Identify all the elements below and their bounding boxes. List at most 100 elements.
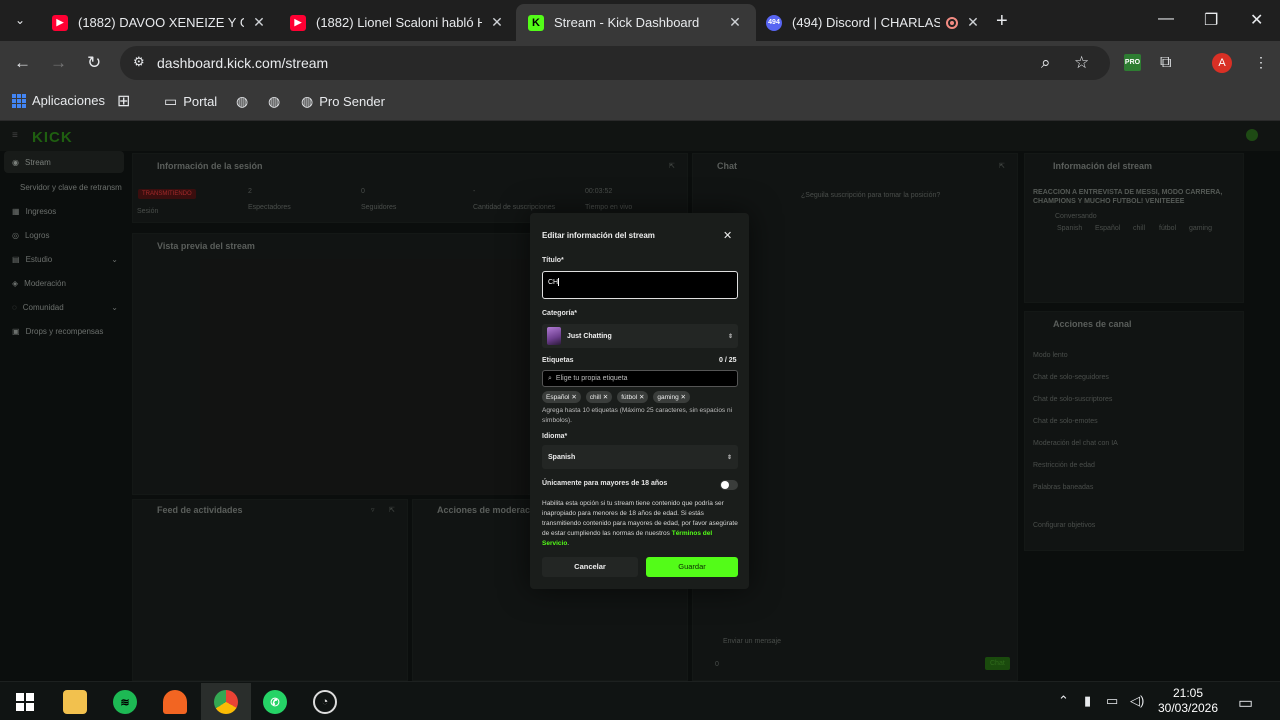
extensions-icon[interactable]: ⧉ bbox=[1160, 54, 1171, 72]
sidebar-item-comunidad[interactable]: ◌ Comunidad ⌄ bbox=[12, 303, 118, 312]
sidebar-item-label: Ingresos bbox=[25, 207, 57, 216]
browser-tab-bar: ⌄ ▶ (1882) DAVOO XENEIZE Y GAST ✕ ▶ (188… bbox=[0, 0, 1280, 41]
address-bar[interactable]: ⚙ dashboard.kick.com/stream bbox=[120, 46, 1110, 80]
cancel-button[interactable]: Cancelar bbox=[542, 557, 638, 577]
window-close-button[interactable]: ✕ bbox=[1250, 10, 1263, 30]
spotify-icon[interactable]: ≋ bbox=[113, 690, 137, 714]
language-select[interactable]: Spanish ⇕ bbox=[542, 445, 738, 469]
bookmark-star-icon[interactable]: ☆ bbox=[1074, 53, 1089, 73]
tag-chip[interactable]: fútbol ✕ bbox=[617, 391, 649, 403]
chat-send-button[interactable]: Chat bbox=[985, 657, 1010, 670]
sidebar-item-estudio[interactable]: ▤ Estudio ⌄ bbox=[12, 255, 118, 264]
back-icon[interactable]: ← bbox=[14, 53, 31, 73]
tab-kick-dashboard[interactable]: K Stream - Kick Dashboard ✕ bbox=[516, 4, 756, 41]
channel-action-item[interactable]: Configurar objetivos bbox=[1033, 522, 1095, 529]
soundcloud-icon[interactable] bbox=[163, 690, 187, 714]
sidebar-item-logros[interactable]: ◎ Logros bbox=[12, 231, 49, 240]
selected-tags: Español ✕ chill ✕ fútbol ✕ gaming ✕ bbox=[542, 391, 690, 403]
filter-icon[interactable]: ▿ bbox=[371, 506, 375, 514]
close-icon[interactable]: ✕ bbox=[488, 14, 506, 31]
stream-title-input[interactable]: CH bbox=[542, 271, 738, 299]
popout-icon[interactable]: ⇱ bbox=[999, 162, 1005, 170]
tab-youtube-1[interactable]: ▶ (1882) DAVOO XENEIZE Y GAST ✕ bbox=[40, 4, 280, 41]
youtube-icon: ▶ bbox=[52, 14, 68, 31]
sidebar-item-stream[interactable]: ◉ Stream bbox=[12, 158, 51, 167]
remove-tag-icon[interactable]: ✕ bbox=[603, 394, 608, 401]
bookmark-label: Pro Sender bbox=[319, 94, 385, 109]
pro-extension-icon[interactable]: PRO bbox=[1124, 54, 1141, 71]
restore-button[interactable]: ❐ bbox=[1204, 10, 1218, 30]
adult-only-toggle[interactable] bbox=[720, 480, 738, 490]
adult-only-label: Únicamente para mayores de 18 años bbox=[542, 480, 668, 487]
kick-logo[interactable]: KICK bbox=[32, 129, 73, 146]
channel-action-item[interactable]: Chat de solo-seguidores bbox=[1033, 374, 1109, 381]
close-icon[interactable]: ✕ bbox=[964, 14, 982, 31]
channel-action-item[interactable]: Chat de solo-suscriptores bbox=[1033, 396, 1112, 403]
zoom-search-icon[interactable]: ⌕ bbox=[1041, 53, 1051, 73]
globe-icon[interactable]: ◍ bbox=[268, 93, 280, 110]
remove-tag-icon[interactable]: ✕ bbox=[639, 394, 644, 401]
bookmark-portal[interactable]: ▭ Portal bbox=[164, 93, 217, 110]
remove-tag-icon[interactable]: ✕ bbox=[571, 394, 576, 401]
tag-chip[interactable]: Español ✕ bbox=[542, 391, 581, 403]
site-info-icon[interactable]: ⚙ bbox=[133, 54, 145, 70]
popout-icon[interactable]: ⇱ bbox=[389, 506, 395, 514]
user-avatar[interactable] bbox=[1246, 129, 1258, 141]
panel-title: Información de la sesión bbox=[157, 161, 263, 171]
popout-icon[interactable]: ⇱ bbox=[669, 162, 675, 170]
panel-title: Chat bbox=[717, 161, 737, 171]
close-icon[interactable]: ✕ bbox=[726, 14, 744, 31]
show-hidden-icons-chevron-icon[interactable]: ⌃ bbox=[1058, 693, 1069, 709]
channel-action-item[interactable]: Moderación del chat con IA bbox=[1033, 440, 1118, 447]
discord-icon: 494 bbox=[766, 14, 782, 31]
tag-chip[interactable]: chill ✕ bbox=[585, 391, 613, 403]
microphone-icon[interactable]: ▮ bbox=[1084, 693, 1091, 709]
channel-action-item[interactable]: Restricción de edad bbox=[1033, 462, 1095, 469]
minimize-button[interactable]: — bbox=[1158, 10, 1174, 28]
shield-icon: ◈ bbox=[12, 279, 19, 288]
obs-icon[interactable]: ◔ bbox=[313, 690, 337, 714]
whatsapp-icon[interactable]: ✆ bbox=[263, 690, 287, 714]
hamburger-icon[interactable]: ≡ bbox=[12, 130, 18, 141]
tab-search-button[interactable]: ⌄ bbox=[8, 8, 32, 32]
sidebar-item-moderacion[interactable]: ◈ Moderación bbox=[12, 279, 66, 288]
tag-chip[interactable]: gaming ✕ bbox=[653, 391, 690, 403]
tab-discord[interactable]: 494 (494) Discord | CHARLAS FU ✕ bbox=[754, 4, 994, 41]
chat-input[interactable]: Enviar un mensaje bbox=[723, 638, 781, 645]
network-icon[interactable]: ▭ bbox=[1106, 693, 1118, 709]
close-icon[interactable]: ✕ bbox=[723, 229, 732, 242]
bookmark-apps[interactable]: Aplicaciones bbox=[12, 93, 105, 108]
new-tab-button[interactable]: + bbox=[996, 10, 1008, 33]
notifications-icon[interactable]: ▭ bbox=[1238, 693, 1253, 713]
stream-preview-video[interactable] bbox=[200, 259, 528, 495]
bookmark-pro-sender[interactable]: ◍ Pro Sender bbox=[301, 93, 385, 110]
windows-start-icon[interactable] bbox=[13, 690, 37, 714]
system-clock[interactable]: 21:05 30/03/2026 bbox=[1156, 686, 1220, 716]
language-value: Spanish bbox=[548, 453, 576, 461]
channel-action-item[interactable]: Chat de solo-emotes bbox=[1033, 418, 1098, 425]
tags-input[interactable]: ⌕ Elige tu propia etiqueta bbox=[542, 370, 738, 387]
menu-kebab-icon[interactable]: ⋮ bbox=[1254, 54, 1268, 71]
reload-icon[interactable]: ↻ bbox=[87, 53, 101, 73]
category-select[interactable]: Just Chatting ⇕ bbox=[542, 324, 738, 348]
category-label: Categoría* bbox=[542, 310, 578, 317]
url-text[interactable]: dashboard.kick.com/stream bbox=[157, 55, 328, 71]
channel-action-item[interactable]: Modo lento bbox=[1033, 352, 1068, 359]
sidebar-item-ingresos[interactable]: ▦ Ingresos bbox=[12, 207, 56, 216]
save-button[interactable]: Guardar bbox=[646, 557, 738, 577]
tab-groups-icon[interactable]: ⊞ bbox=[117, 91, 130, 111]
stat-label: Espectadores bbox=[248, 204, 291, 211]
sidebar-item-drops[interactable]: ▣ Drops y recompensas bbox=[12, 327, 103, 336]
chrome-icon[interactable] bbox=[214, 690, 238, 714]
close-icon[interactable]: ✕ bbox=[250, 14, 268, 31]
channel-action-item[interactable]: Palabras baneadas bbox=[1033, 484, 1093, 491]
stream-tag: gaming bbox=[1189, 225, 1212, 232]
sidebar-item-server-key[interactable]: Servidor y clave de retransm bbox=[20, 183, 122, 192]
profile-avatar[interactable]: A bbox=[1212, 53, 1232, 73]
tab-youtube-2[interactable]: ▶ (1882) Lionel Scaloni habló HO ✕ bbox=[278, 4, 518, 41]
forward-icon[interactable]: → bbox=[50, 53, 67, 73]
file-explorer-icon[interactable] bbox=[63, 690, 87, 714]
remove-tag-icon[interactable]: ✕ bbox=[681, 394, 686, 401]
globe-icon[interactable]: ◍ bbox=[236, 93, 248, 110]
volume-icon[interactable]: ◁) bbox=[1130, 693, 1144, 709]
